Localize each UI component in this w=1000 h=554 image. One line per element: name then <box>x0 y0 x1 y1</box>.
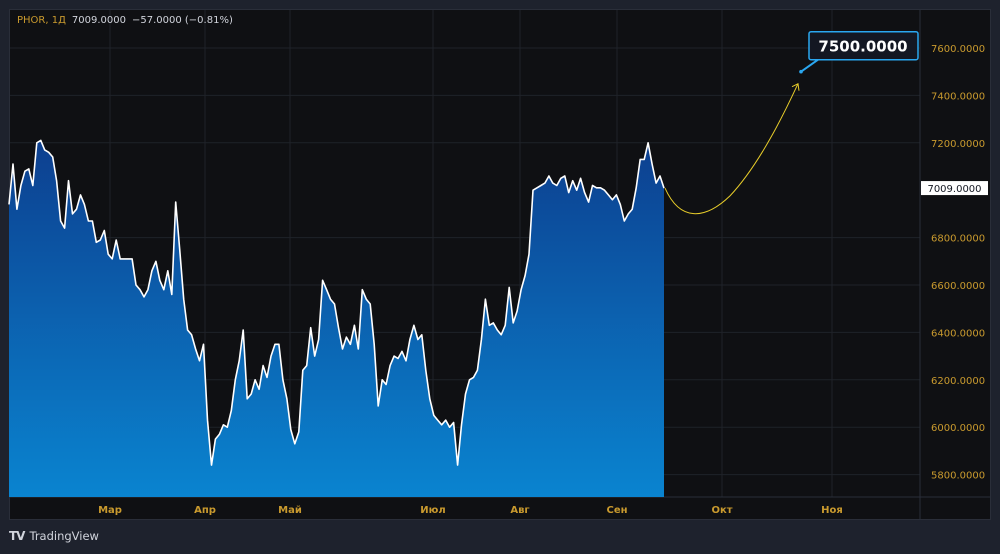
target-price-label: 7500.0000 <box>818 38 907 56</box>
x-tick-label: Май <box>278 505 302 516</box>
forecast-arrow <box>664 83 799 215</box>
y-tick-label: 7400.0000 <box>931 91 985 102</box>
callout-anchor <box>799 69 803 74</box>
y-tick-label: 5800.0000 <box>931 471 985 482</box>
y-tick-label: 6400.0000 <box>931 328 985 339</box>
brand-name: TradingView <box>29 529 99 543</box>
price-chart[interactable]: 5800.0000 6000.0000 6200.0000 6400.0000 6600… <box>0 0 1000 554</box>
y-tick-label: 6200.0000 <box>931 376 985 387</box>
y-tick-label: 7200.0000 <box>931 139 985 150</box>
x-tick-label: Апр <box>194 505 216 516</box>
change-value: −57.0000 (−0.81%) <box>131 15 233 26</box>
symbol-label[interactable]: PHOR, 1Д <box>17 15 66 26</box>
chart-legend: PHOR, 1Д 7009.0000 −57.0000 (−0.81%) <box>17 15 233 26</box>
y-tick-label: 6000.0000 <box>931 423 985 434</box>
y-tick-label: 6800.0000 <box>931 234 985 245</box>
callout-tail <box>800 58 819 73</box>
x-tick-label: Сен <box>606 505 627 516</box>
x-tick-label: Авг <box>510 505 529 516</box>
x-tick-label: Июл <box>420 505 445 516</box>
x-tick-label: Ноя <box>821 505 843 516</box>
last-price-label: 7009.0000 <box>927 184 981 195</box>
close-value: 7009.0000 <box>71 15 126 26</box>
tradingview-logo-icon: TV <box>9 529 26 543</box>
x-tick-label: Мар <box>98 505 122 516</box>
x-tick-label: Окт <box>711 505 732 516</box>
y-tick-label: 6600.0000 <box>931 281 985 292</box>
y-tick-label: 7600.0000 <box>931 44 985 55</box>
tradingview-brand[interactable]: TV TradingView <box>9 529 99 543</box>
